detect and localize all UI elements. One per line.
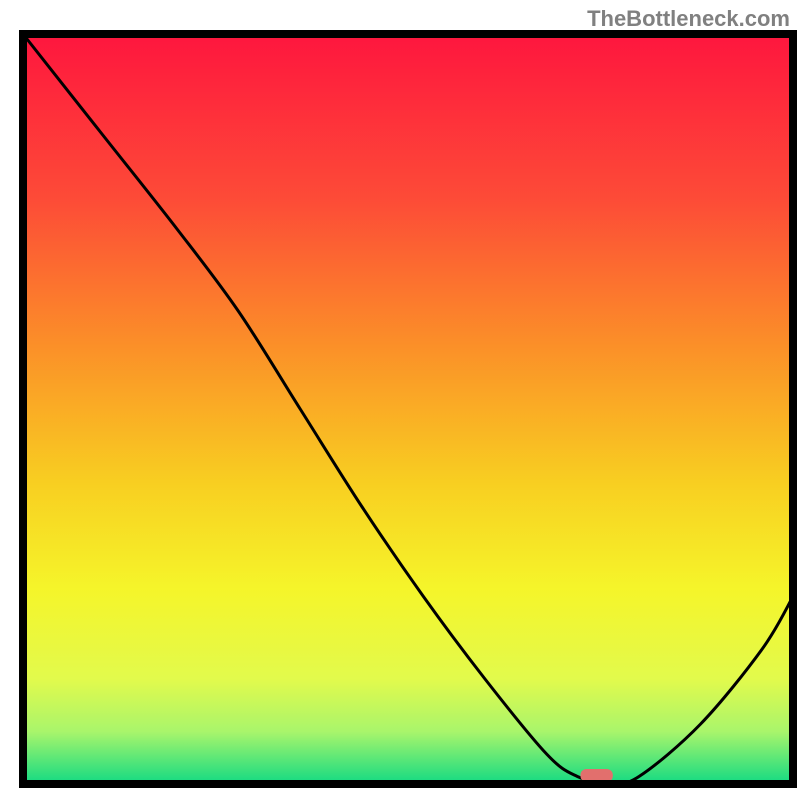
bottleneck-chart — [0, 0, 800, 800]
plot-background — [23, 34, 793, 784]
